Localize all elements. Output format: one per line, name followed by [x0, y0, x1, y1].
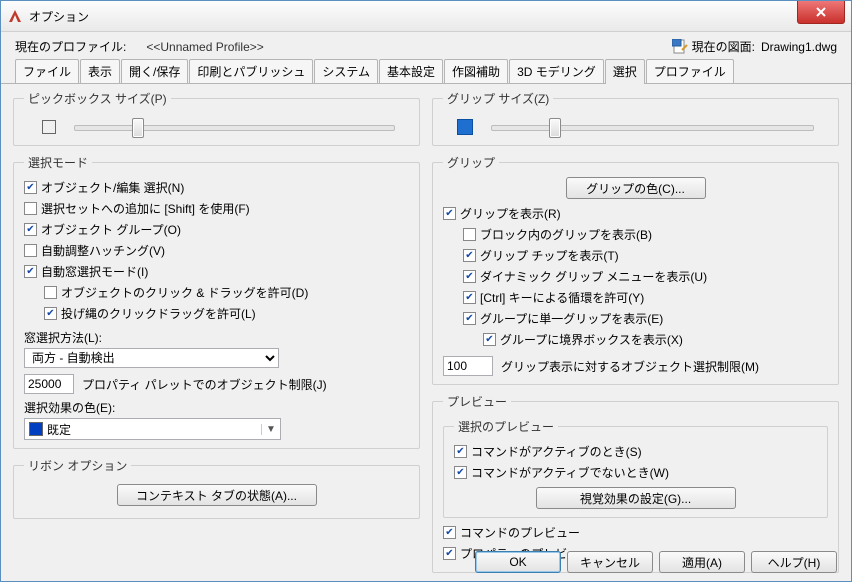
grip-size-group: グリップ サイズ(Z)	[432, 90, 839, 146]
cancel-button[interactable]: キャンセル	[567, 551, 653, 573]
selection-mode-group: 選択モード オブジェクト/編集 選択(N) 選択セットへの追加に [Shift]…	[13, 154, 420, 449]
tab-display[interactable]: 表示	[80, 59, 120, 83]
cb-grips-in-blocks[interactable]	[463, 228, 476, 241]
cb-lasso[interactable]	[44, 307, 57, 320]
window-method-select[interactable]: 両方 - 自動検出	[24, 348, 279, 368]
cb-assoc-hatch[interactable]	[24, 244, 37, 257]
cb-cmd-active[interactable]	[454, 445, 467, 458]
lbl-group-bbox: グループに境界ボックスを表示(X)	[500, 331, 683, 348]
cb-cmd-inactive[interactable]	[454, 466, 467, 479]
close-icon	[815, 6, 827, 18]
tab-open-save[interactable]: 開く/保存	[121, 59, 188, 83]
lbl-lasso: 投げ縄のクリックドラッグを許可(L)	[61, 305, 256, 322]
lbl-cmd-active: コマンドがアクティブのとき(S)	[471, 443, 642, 460]
context-tab-states-button[interactable]: コンテキスト タブの状態(A)...	[117, 484, 317, 506]
ribbon-options-legend: リボン オプション	[24, 457, 131, 474]
grips-group: グリップ グリップの色(C)... グリップを表示(R) ブロック内のグリップを…	[432, 154, 839, 385]
pickbox-size-group: ピックボックス サイズ(P)	[13, 90, 420, 146]
lbl-show-grips: グリップを表示(R)	[460, 205, 561, 222]
tab-plot[interactable]: 印刷とパブリッシュ	[189, 59, 313, 83]
lbl-noun-verb: オブジェクト/編集 選択(N)	[41, 179, 184, 196]
cb-cmd-preview[interactable]	[443, 526, 456, 539]
cb-ctrl-cycle[interactable]	[463, 291, 476, 304]
selection-mode-legend: 選択モード	[24, 154, 92, 171]
drawing-name: Drawing1.dwg	[761, 40, 837, 54]
grip-preview	[457, 119, 473, 135]
drawing-label: 現在の図面:	[692, 38, 755, 55]
ribbon-options-group: リボン オプション コンテキスト タブの状態(A)...	[13, 457, 420, 519]
dialog-buttons: OK キャンセル 適用(A) ヘルプ(H)	[1, 551, 851, 573]
lbl-cmd-preview: コマンドのプレビュー	[460, 524, 580, 541]
lbl-shift-add: 選択セットへの追加に [Shift] を使用(F)	[41, 200, 250, 217]
lbl-dyn-grip-menu: ダイナミック グリップ メニューを表示(U)	[480, 268, 707, 285]
effect-color-select[interactable]: 既定 ▼	[24, 418, 281, 440]
lbl-ctrl-cycle: [Ctrl] キーによる循環を許可(Y)	[480, 289, 644, 306]
content: ピックボックス サイズ(P) 選択モード オブジェクト/編集 選択(N) 選択セ…	[1, 84, 851, 542]
grips-legend: グリップ	[443, 154, 499, 171]
ok-button[interactable]: OK	[475, 551, 561, 573]
palette-limit-input[interactable]	[24, 374, 74, 394]
cb-show-grips[interactable]	[443, 207, 456, 220]
effect-color-value: 既定	[47, 421, 261, 438]
tab-user-pref[interactable]: 基本設定	[379, 59, 443, 83]
lbl-implied-window: 自動窓選択モード(I)	[41, 263, 148, 280]
lbl-grips-in-blocks: ブロック内のグリップを表示(B)	[480, 226, 652, 243]
tab-drafting[interactable]: 作図補助	[444, 59, 508, 83]
cb-group[interactable]	[24, 223, 37, 236]
chevron-down-icon: ▼	[261, 424, 280, 435]
cb-shift-add[interactable]	[24, 202, 37, 215]
palette-limit-label: プロパティ パレットでのオブジェクト制限(J)	[82, 376, 327, 393]
grip-size-legend: グリップ サイズ(Z)	[443, 90, 553, 107]
effect-color-label: 選択効果の色(E):	[24, 399, 409, 416]
apply-button[interactable]: 適用(A)	[659, 551, 745, 573]
tab-file[interactable]: ファイル	[15, 59, 79, 83]
selection-preview-group: 選択のプレビュー コマンドがアクティブのとき(S) コマンドがアクティブでないと…	[443, 418, 828, 518]
cb-grip-tips[interactable]	[463, 249, 476, 262]
close-button[interactable]	[797, 1, 845, 24]
cb-group-bbox[interactable]	[483, 333, 496, 346]
window-method-label: 窓選択方法(L):	[24, 329, 409, 346]
lbl-grip-tips: グリップ チップを表示(T)	[480, 247, 619, 264]
preview-legend: プレビュー	[443, 393, 511, 410]
selection-preview-legend: 選択のプレビュー	[454, 418, 558, 435]
pickbox-size-legend: ピックボックス サイズ(P)	[24, 90, 171, 107]
titlebar: オプション	[1, 1, 851, 32]
tab-profiles[interactable]: プロファイル	[646, 59, 734, 83]
lbl-cmd-inactive: コマンドがアクティブでないとき(W)	[471, 464, 669, 481]
help-button[interactable]: ヘルプ(H)	[751, 551, 837, 573]
pickbox-size-slider[interactable]	[74, 117, 395, 137]
cb-click-drag[interactable]	[44, 286, 57, 299]
grip-limit-label: グリップ表示に対するオブジェクト選択制限(M)	[501, 358, 759, 375]
drawing-icon	[672, 39, 688, 55]
window-title: オプション	[29, 8, 851, 25]
cb-dyn-grip-menu[interactable]	[463, 270, 476, 283]
preview-group: プレビュー 選択のプレビュー コマンドがアクティブのとき(S) コマンドがアクテ…	[432, 393, 839, 573]
lbl-assoc-hatch: 自動調整ハッチング(V)	[41, 242, 165, 259]
tab-3d-modeling[interactable]: 3D モデリング	[509, 59, 604, 83]
grip-colors-button[interactable]: グリップの色(C)...	[566, 177, 706, 199]
tabs: ファイル 表示 開く/保存 印刷とパブリッシュ システム 基本設定 作図補助 3…	[1, 59, 851, 84]
profile-label: 現在のプロファイル:	[15, 38, 126, 55]
lbl-click-drag: オブジェクトのクリック & ドラッグを許可(D)	[61, 284, 308, 301]
cb-noun-verb[interactable]	[24, 181, 37, 194]
color-swatch	[29, 422, 43, 436]
grip-size-slider[interactable]	[491, 117, 814, 137]
cb-group-single[interactable]	[463, 312, 476, 325]
visual-effect-settings-button[interactable]: 視覚効果の設定(G)...	[536, 487, 736, 509]
pickbox-preview	[42, 120, 56, 134]
tab-selection[interactable]: 選択	[605, 59, 645, 84]
tab-system[interactable]: システム	[314, 59, 378, 83]
app-icon	[7, 8, 23, 24]
options-window: オプション 現在のプロファイル: <<Unnamed Profile>> 現在の…	[0, 0, 852, 582]
profile-name: <<Unnamed Profile>>	[146, 40, 263, 54]
lbl-group: オブジェクト グループ(O)	[41, 221, 181, 238]
cb-implied-window[interactable]	[24, 265, 37, 278]
grip-limit-input[interactable]	[443, 356, 493, 376]
profile-row: 現在のプロファイル: <<Unnamed Profile>> 現在の図面: Dr…	[1, 32, 851, 59]
lbl-group-single: グループに単一グリップを表示(E)	[480, 310, 663, 327]
